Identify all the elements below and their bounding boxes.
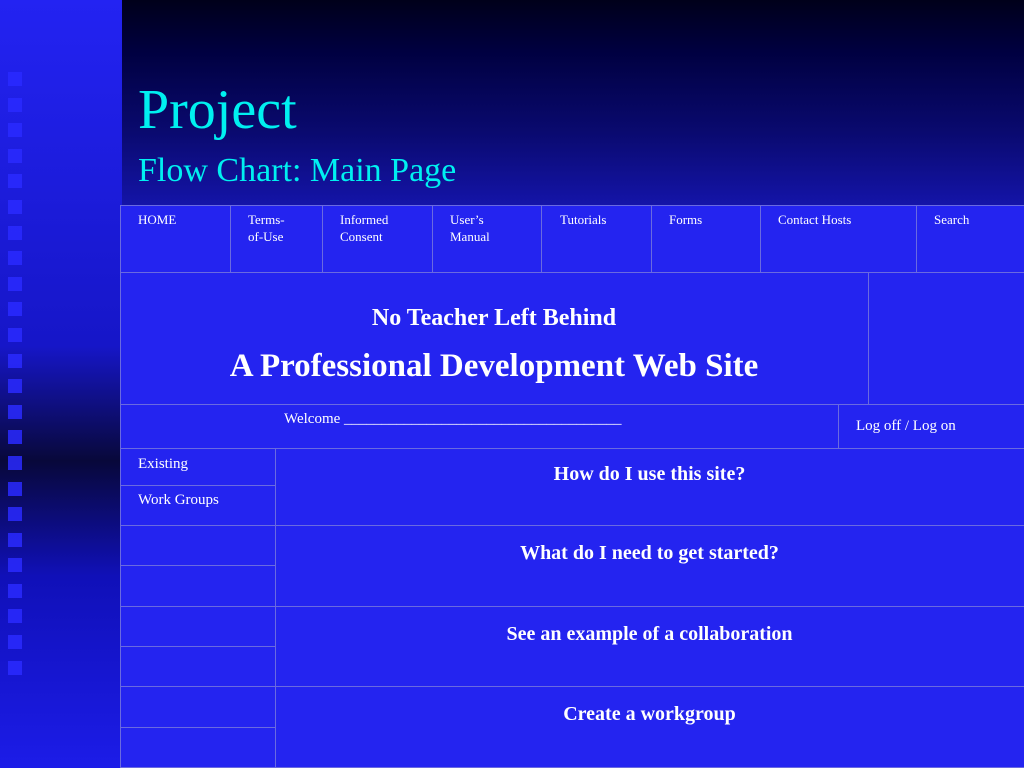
decorative-squares bbox=[8, 72, 26, 686]
grid-line bbox=[432, 205, 433, 272]
log-off-log-on-link[interactable]: Log off / Log on bbox=[856, 418, 956, 435]
nav-item-terms-of-use[interactable]: Terms- of-Use bbox=[248, 211, 285, 245]
nav-item-users-manual[interactable]: User’s Manual bbox=[450, 211, 490, 245]
grid-line bbox=[120, 205, 121, 768]
grid-line bbox=[120, 686, 1024, 687]
create-workgroup-link[interactable]: Create a workgroup bbox=[275, 703, 1024, 726]
slide-subtitle: Flow Chart: Main Page bbox=[138, 152, 457, 189]
grid-line bbox=[120, 525, 1024, 526]
welcome-text: Welcome ________________________________… bbox=[284, 411, 622, 427]
grid-line bbox=[760, 205, 761, 272]
grid-line bbox=[868, 272, 869, 404]
grid-line bbox=[120, 404, 1024, 405]
page-mockup: HOME Terms- of-Use Informed Consent User… bbox=[120, 205, 1024, 768]
grid-line bbox=[230, 205, 231, 272]
grid-line bbox=[120, 565, 275, 566]
grid-line bbox=[541, 205, 542, 272]
grid-line bbox=[120, 485, 275, 486]
banner-tagline: No Teacher Left Behind bbox=[371, 305, 617, 331]
nav-item-home[interactable]: HOME bbox=[138, 211, 176, 228]
grid-line bbox=[120, 272, 1024, 273]
grid-line bbox=[120, 646, 275, 647]
sidebar-item-work-groups[interactable]: Work Groups bbox=[138, 492, 219, 509]
grid-line bbox=[322, 205, 323, 272]
grid-line bbox=[916, 205, 917, 272]
collaboration-example-link[interactable]: See an example of a collaboration bbox=[275, 623, 1024, 646]
grid-line bbox=[120, 727, 275, 728]
grid-line bbox=[651, 205, 652, 272]
grid-line bbox=[120, 606, 1024, 607]
grid-line bbox=[120, 448, 1024, 449]
how-to-use-site-link[interactable]: How do I use this site? bbox=[275, 463, 1024, 486]
grid-line bbox=[838, 404, 839, 448]
nav-item-informed-consent[interactable]: Informed Consent bbox=[340, 211, 388, 245]
nav-item-search[interactable]: Search bbox=[934, 211, 969, 228]
nav-item-contact-hosts[interactable]: Contact Hosts bbox=[778, 211, 851, 228]
sidebar-item-existing[interactable]: Existing bbox=[138, 456, 188, 473]
banner-site-title: A Professional Development Web Site bbox=[229, 348, 759, 384]
grid-line bbox=[120, 205, 1024, 206]
nav-item-tutorials[interactable]: Tutorials bbox=[560, 211, 606, 228]
left-decorative-bar bbox=[0, 0, 122, 768]
getting-started-link[interactable]: What do I need to get started? bbox=[275, 542, 1024, 565]
slide-title: Project bbox=[138, 79, 297, 141]
nav-item-forms[interactable]: Forms bbox=[669, 211, 702, 228]
